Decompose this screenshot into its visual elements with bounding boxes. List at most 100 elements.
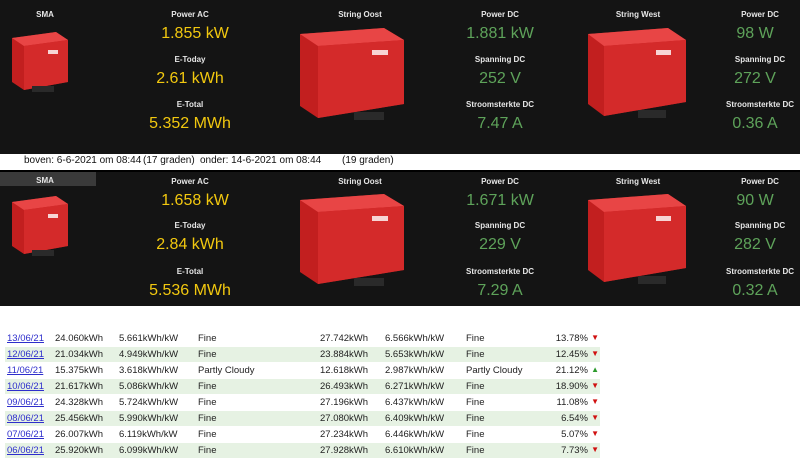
trend-down-icon: ▼ bbox=[591, 429, 599, 438]
oost-power-dc-value: 1.671 kW bbox=[466, 192, 534, 209]
difference-percent: 21.12% bbox=[555, 365, 588, 376]
etotal-value: 5.536 MWh bbox=[149, 282, 231, 299]
table-row: 11/06/21 15.375kWh 3.618kWh/kW Partly Cl… bbox=[5, 363, 600, 378]
difference-percent: 13.78% bbox=[555, 333, 588, 344]
energy-cell-2: 12.618kWh bbox=[320, 365, 369, 376]
power-ac-label: Power AC bbox=[171, 10, 209, 19]
energy-cell-2: 27.234kWh bbox=[320, 429, 369, 440]
date-link[interactable]: 12/06/21 bbox=[7, 349, 44, 360]
weather-cell-2: Fine bbox=[466, 381, 485, 392]
date-link[interactable]: 13/06/21 bbox=[7, 333, 44, 344]
weather-cell-2: Fine bbox=[466, 397, 485, 408]
string-oost-title: String Oost bbox=[338, 177, 382, 186]
weather-cell: Fine bbox=[198, 445, 217, 456]
weather-cell: Fine bbox=[198, 397, 217, 408]
weather-cell-2: Fine bbox=[466, 333, 485, 344]
inverter-west-image bbox=[588, 194, 686, 284]
energy-cell: 21.617kWh bbox=[55, 381, 104, 392]
west-stroom-label: Stroomsterkte DC bbox=[725, 100, 794, 109]
weather-cell-2: Fine bbox=[466, 445, 485, 456]
ratio-cell: 6.119kWh/kW bbox=[119, 429, 178, 440]
ratio-cell-2: 6.566kWh/kW bbox=[385, 333, 445, 344]
ratio-cell: 3.618kWh/kW bbox=[119, 365, 179, 376]
trend-up-icon: ▲ bbox=[591, 365, 599, 374]
west-power-dc-value: 98 W bbox=[736, 25, 774, 42]
ratio-cell-2: 6.446kWh/kW bbox=[385, 429, 445, 440]
oost-stroom-value: 7.29 A bbox=[477, 282, 523, 299]
difference-percent: 6.54% bbox=[561, 413, 588, 424]
inverter-west-image bbox=[588, 28, 686, 118]
ratio-cell-2: 2.987kWh/kW bbox=[385, 365, 445, 376]
inverter-oost-image bbox=[300, 194, 404, 286]
etotal-label: E-Total bbox=[176, 100, 204, 109]
west-power-dc-label: Power DC bbox=[741, 10, 779, 19]
date-link[interactable]: 06/06/21 bbox=[7, 445, 44, 456]
weather-cell-2: Partly Cloudy bbox=[466, 365, 523, 376]
oost-spanning-value: 229 V bbox=[479, 236, 521, 253]
note-top-date: boven: 6-6-2021 om 08:44 bbox=[24, 155, 142, 166]
oost-stroom-value: 7.47 A bbox=[477, 115, 523, 132]
etoday-label: E-Today bbox=[174, 221, 206, 230]
energy-cell: 25.456kWh bbox=[55, 413, 104, 424]
weather-cell-2: Fine bbox=[466, 413, 485, 424]
weather-cell: Fine bbox=[198, 413, 217, 424]
energy-cell-2: 26.493kWh bbox=[320, 381, 369, 392]
west-spanning-label: Spanning DC bbox=[734, 55, 786, 64]
ratio-cell: 5.086kWh/kW bbox=[119, 381, 179, 392]
energy-cell-2: 27.080kWh bbox=[320, 413, 369, 424]
oost-spanning-label: Spanning DC bbox=[474, 55, 526, 64]
table-row: 13/06/21 24.060kWh 5.661kWh/kW Fine 27.7… bbox=[5, 331, 600, 346]
ratio-cell: 5.724kWh/kW bbox=[119, 397, 179, 408]
energy-cell: 25.920kWh bbox=[55, 445, 104, 456]
ratio-cell: 5.661kWh/kW bbox=[119, 333, 179, 344]
date-link[interactable]: 09/06/21 bbox=[7, 397, 44, 408]
table-row: 08/06/21 25.456kWh 5.990kWh/kW Fine 27.0… bbox=[5, 411, 600, 426]
date-link[interactable]: 10/06/21 bbox=[7, 381, 44, 392]
date-link[interactable]: 08/06/21 bbox=[7, 413, 44, 424]
ratio-cell-2: 6.271kWh/kW bbox=[385, 381, 445, 392]
energy-cell-2: 27.928kWh bbox=[320, 445, 369, 456]
dashboard-panel-bottom: SMA Power AC 1.658 kW E-Today 2.84 kWh E… bbox=[0, 170, 800, 306]
ratio-cell: 4.949kWh/kW bbox=[119, 349, 179, 360]
etoday-label: E-Today bbox=[174, 55, 206, 64]
sma-title: SMA bbox=[36, 176, 54, 185]
table-row: 06/06/21 25.920kWh 6.099kWh/kW Fine 27.9… bbox=[5, 443, 600, 458]
trend-down-icon: ▼ bbox=[591, 397, 599, 406]
etotal-value: 5.352 MWh bbox=[149, 115, 231, 132]
sma-title: SMA bbox=[36, 10, 54, 19]
string-oost-title: String Oost bbox=[338, 10, 382, 19]
trend-down-icon: ▼ bbox=[591, 413, 599, 422]
west-spanning-value: 282 V bbox=[734, 236, 776, 253]
weather-cell-2: Fine bbox=[466, 349, 485, 360]
energy-cell-2: 27.196kWh bbox=[320, 397, 369, 408]
difference-percent: 18.90% bbox=[555, 381, 588, 392]
energy-cell: 24.060kWh bbox=[55, 333, 104, 344]
oost-power-dc-label: Power DC bbox=[481, 177, 519, 186]
table-row: 12/06/21 21.034kWh 4.949kWh/kW Fine 23.8… bbox=[5, 347, 600, 362]
table-row: 07/06/21 26.007kWh 6.119kWh/kW Fine 27.2… bbox=[5, 427, 600, 442]
energy-cell-2: 27.742kWh bbox=[320, 333, 369, 344]
west-stroom-value: 0.36 A bbox=[732, 115, 778, 132]
inverter-oost-image bbox=[300, 28, 404, 120]
ratio-cell-2: 6.610kWh/kW bbox=[385, 445, 445, 456]
west-stroom-label: Stroomsterkte DC bbox=[725, 267, 794, 276]
energy-cell: 21.034kWh bbox=[55, 349, 104, 360]
note-bottom-date: onder: 14-6-2021 om 08:44 bbox=[200, 155, 322, 166]
oost-stroom-label: Stroomsterkte DC bbox=[465, 100, 534, 109]
date-link[interactable]: 07/06/21 bbox=[7, 429, 44, 440]
weather-cell: Fine bbox=[198, 333, 217, 344]
string-west-title: String West bbox=[615, 10, 661, 19]
string-west-title: String West bbox=[615, 177, 661, 186]
date-link[interactable]: 11/06/21 bbox=[7, 365, 43, 376]
west-spanning-value: 272 V bbox=[734, 70, 776, 87]
note-top-temp: (17 graden) bbox=[143, 155, 195, 166]
note-bottom-temp: (19 graden) bbox=[342, 155, 394, 166]
difference-percent: 11.08% bbox=[556, 397, 588, 408]
oost-power-dc-value: 1.881 kW bbox=[466, 25, 534, 42]
west-stroom-value: 0.32 A bbox=[732, 282, 778, 299]
table-row: 10/06/21 21.617kWh 5.086kWh/kW Fine 26.4… bbox=[5, 379, 600, 394]
inverter-sma-image bbox=[12, 32, 68, 92]
etoday-value: 2.84 kWh bbox=[156, 236, 224, 253]
ratio-cell-2: 5.653kWh/kW bbox=[385, 349, 445, 360]
trend-down-icon: ▼ bbox=[591, 349, 599, 358]
